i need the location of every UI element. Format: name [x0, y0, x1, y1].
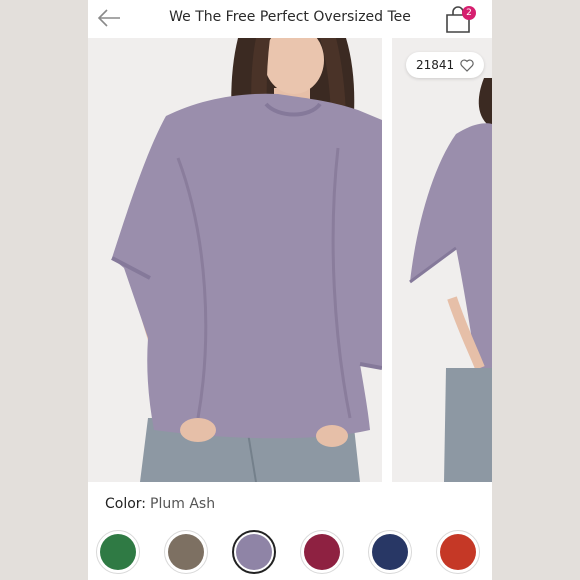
- swatch-brown-fill: [168, 534, 204, 570]
- product-screen: We The Free Perfect Oversized Tee 2 2184…: [88, 0, 492, 580]
- swatch-green[interactable]: [96, 530, 140, 574]
- color-value: Plum Ash: [150, 496, 216, 512]
- swatch-red-fill: [440, 534, 476, 570]
- cart-count-badge: 2: [462, 6, 476, 20]
- swatch-berry[interactable]: [300, 530, 344, 574]
- page-title: We The Free Perfect Oversized Tee: [169, 9, 411, 25]
- swatch-navy-fill: [372, 534, 408, 570]
- color-selection-label: Color: Plum Ash: [105, 496, 215, 512]
- model-tee-illustration: [88, 38, 382, 482]
- swatch-navy[interactable]: [368, 530, 412, 574]
- product-photo-main[interactable]: [88, 38, 382, 482]
- color-label: Color:: [105, 496, 147, 512]
- back-button[interactable]: [96, 8, 122, 28]
- model-tee-side-illustration: [392, 38, 492, 482]
- likes-count: 21841: [416, 58, 455, 72]
- top-bar: We The Free Perfect Oversized Tee 2: [88, 0, 492, 38]
- product-photo-next[interactable]: [392, 38, 492, 482]
- swatch-brown[interactable]: [164, 530, 208, 574]
- swatch-plum-ash[interactable]: [232, 530, 276, 574]
- likes-button[interactable]: 21841: [406, 52, 485, 78]
- color-swatch-list: [88, 528, 492, 580]
- product-image-carousel[interactable]: [88, 38, 492, 482]
- swatch-berry-fill: [304, 534, 340, 570]
- swatch-plum-ash-fill: [236, 534, 272, 570]
- heart-outline-icon: [460, 58, 474, 72]
- arrow-left-icon: [97, 9, 120, 27]
- swatch-red[interactable]: [436, 530, 480, 574]
- swatch-green-fill: [100, 534, 136, 570]
